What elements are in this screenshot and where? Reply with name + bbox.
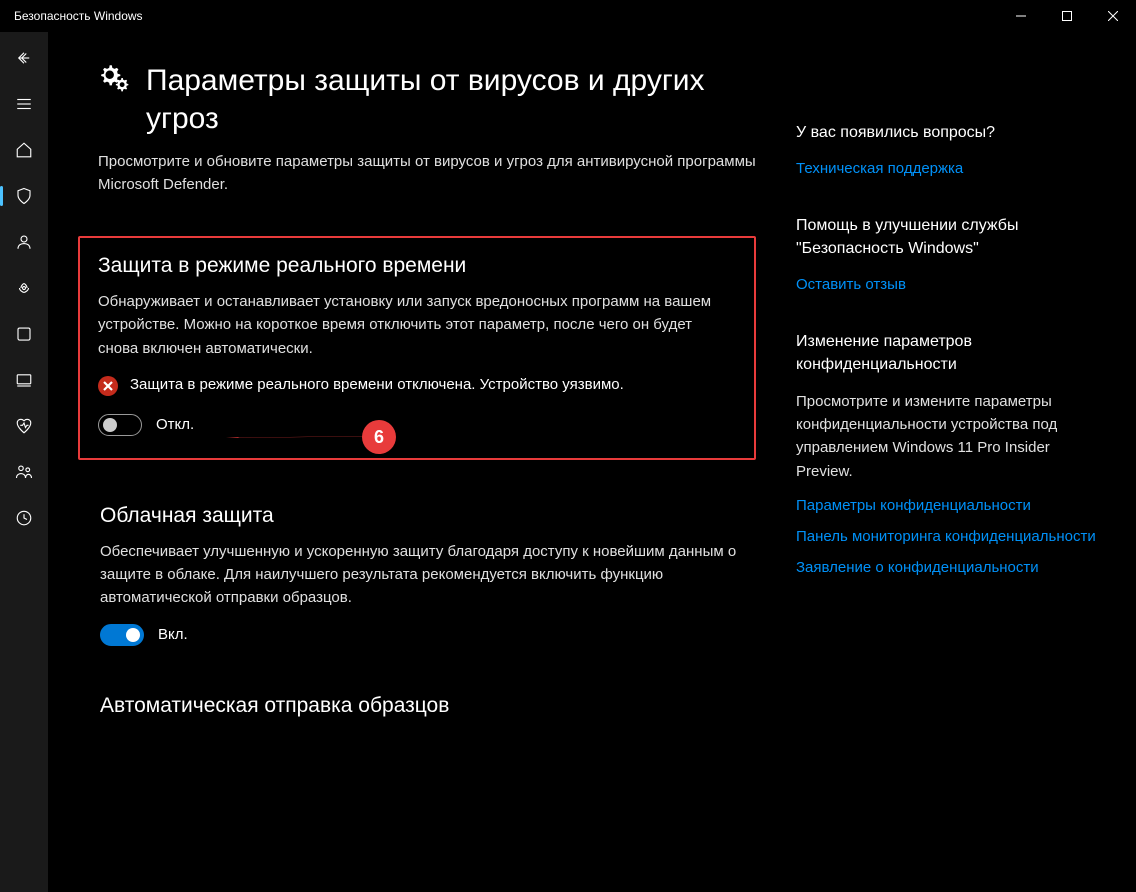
sidebar-item-firewall[interactable] — [0, 268, 48, 308]
sample-submission-section: Автоматическая отправка образцов — [98, 694, 766, 718]
settings-gears-icon — [98, 62, 132, 101]
right-sidebar: У вас появились вопросы? Техническая под… — [796, 62, 1106, 892]
sidebar — [0, 32, 48, 892]
window-title: Безопасность Windows — [14, 9, 143, 23]
privacy-settings-link[interactable]: Параметры конфиденциальности — [796, 495, 1106, 516]
cloud-protection-toggle[interactable] — [100, 624, 144, 646]
samples-section-title: Автоматическая отправка образцов — [100, 694, 764, 718]
feedback-link[interactable]: Оставить отзыв — [796, 274, 1106, 295]
window-controls — [998, 0, 1136, 32]
realtime-section-title: Защита в режиме реального времени — [98, 254, 736, 278]
cloud-protection-section: Облачная защита Обеспечивает улучшенную … — [98, 504, 766, 646]
realtime-protection-section-highlight: 6 Защита в режиме реального времени Обна… — [78, 236, 756, 460]
close-button[interactable] — [1090, 0, 1136, 32]
page-description: Просмотрите и обновите параметры защиты … — [98, 151, 766, 196]
sidebar-item-history[interactable] — [0, 498, 48, 538]
cloud-section-title: Облачная защита — [100, 504, 764, 528]
privacy-heading: Изменение параметров конфиденциальности — [796, 331, 1106, 376]
sidebar-item-account[interactable] — [0, 222, 48, 262]
titlebar: Безопасность Windows — [0, 0, 1136, 32]
realtime-section-description: Обнаруживает и останавливает установку и… — [98, 290, 736, 360]
questions-heading: У вас появились вопросы? — [796, 122, 1106, 144]
realtime-alert-text: Защита в режиме реального времени отключ… — [130, 374, 624, 396]
minimize-button[interactable] — [998, 0, 1044, 32]
realtime-alert: Защита в режиме реального времени отключ… — [98, 374, 736, 396]
sidebar-item-device-health[interactable] — [0, 406, 48, 446]
sidebar-item-app-browser[interactable] — [0, 314, 48, 354]
sidebar-item-device-security[interactable] — [0, 360, 48, 400]
maximize-button[interactable] — [1044, 0, 1090, 32]
error-icon — [98, 376, 118, 396]
main-content: Параметры защиты от вирусов и других угр… — [98, 62, 766, 892]
sidebar-item-home[interactable] — [0, 130, 48, 170]
back-button[interactable] — [0, 38, 48, 78]
cloud-toggle-label: Вкл. — [158, 626, 188, 643]
page-title: Параметры защиты от вирусов и других угр… — [146, 62, 766, 137]
tech-support-link[interactable]: Техническая поддержка — [796, 158, 1106, 179]
cloud-section-description: Обеспечивает улучшенную и ускоренную защ… — [100, 540, 764, 610]
annotation-badge: 6 — [362, 420, 396, 454]
privacy-dashboard-link[interactable]: Панель мониторинга конфиденциальности — [796, 526, 1106, 547]
realtime-protection-toggle[interactable] — [98, 414, 142, 436]
feedback-heading: Помощь в улучшении службы "Безопасность … — [796, 215, 1106, 260]
privacy-statement-link[interactable]: Заявление о конфиденциальности — [796, 557, 1106, 578]
sidebar-item-virus[interactable] — [0, 176, 48, 216]
menu-button[interactable] — [0, 84, 48, 124]
realtime-toggle-label: Откл. — [156, 416, 194, 433]
sidebar-item-family[interactable] — [0, 452, 48, 492]
annotation-arrow-icon — [226, 436, 362, 438]
privacy-description: Просмотрите и измените параметры конфиде… — [796, 390, 1106, 483]
